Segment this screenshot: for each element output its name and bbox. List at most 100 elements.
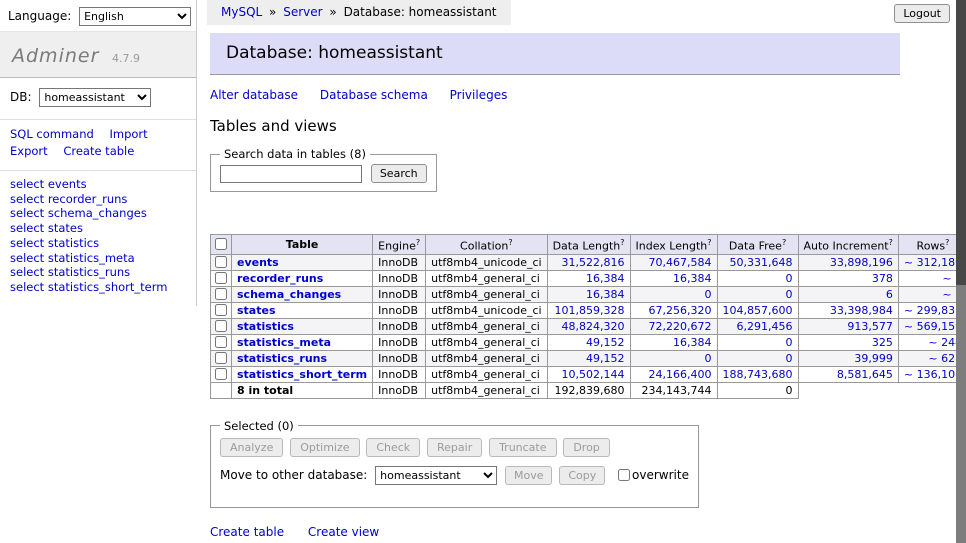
sidebar-item-select-statistics-runs[interactable]: select statistics_runs <box>10 266 186 279</box>
sidebar-link-sql-command[interactable]: SQL command <box>10 127 94 141</box>
table-header-row: Table Engine? Collation? Data Length? In… <box>211 235 966 255</box>
rows-count-link[interactable]: ~ 312,180 <box>904 256 962 269</box>
rows-count-link[interactable]: ~ 569,159 <box>904 320 962 333</box>
overwrite-label: overwrite <box>632 468 689 482</box>
table-name-link[interactable]: statistics_meta <box>237 336 331 349</box>
create-table-link[interactable]: Create table <box>210 525 284 539</box>
auto-increment-link[interactable]: 325 <box>872 336 893 349</box>
data-free-link[interactable]: 0 <box>786 352 793 365</box>
move-database-select[interactable]: homeassistant <box>375 466 497 485</box>
data-length-link[interactable]: 101,859,328 <box>555 304 625 317</box>
total-index-length: 234,143,744 <box>630 382 717 398</box>
sidebar-item-select-statistics[interactable]: select statistics <box>10 237 186 250</box>
sidebar-item-select-states[interactable]: select states <box>10 222 186 235</box>
breadcrumb-current: Database: homeassistant <box>344 5 497 19</box>
analyze-button[interactable]: Analyze <box>220 438 283 457</box>
row-select-checkbox[interactable] <box>215 336 227 348</box>
table-name-link[interactable]: schema_changes <box>237 288 341 301</box>
main-area: MySQL » Server » Database: homeassistant… <box>197 0 966 543</box>
data-length-link[interactable]: 16,384 <box>586 288 625 301</box>
row-select-checkbox[interactable] <box>215 272 227 284</box>
data-free-link[interactable]: 104,857,600 <box>723 304 793 317</box>
language-select[interactable]: English <box>79 7 191 26</box>
data-free-link[interactable]: 6,291,456 <box>737 320 793 333</box>
row-select-checkbox[interactable] <box>215 304 227 316</box>
table-name-link[interactable]: recorder_runs <box>237 272 323 285</box>
table-name-link[interactable]: states <box>237 304 276 317</box>
table-name-link[interactable]: statistics <box>237 320 294 333</box>
alter-database-link[interactable]: Alter database <box>210 88 298 102</box>
table-name-link[interactable]: statistics_short_term <box>237 368 367 381</box>
drop-button[interactable]: Drop <box>563 438 609 457</box>
auto-increment-link[interactable]: 913,577 <box>847 320 893 333</box>
auto-increment-link[interactable]: 39,999 <box>854 352 893 365</box>
row-select-checkbox[interactable] <box>215 288 227 300</box>
total-engine: InnoDB <box>373 382 426 398</box>
sidebar-item-select-statistics-short-term[interactable]: select statistics_short_term <box>10 281 186 294</box>
engine-cell: InnoDB <box>373 334 426 350</box>
copy-button[interactable]: Copy <box>559 466 605 485</box>
index-length-link[interactable]: 16,384 <box>673 336 712 349</box>
data-free-link[interactable]: 50,331,648 <box>730 256 793 269</box>
data-free-link[interactable]: 0 <box>786 272 793 285</box>
privileges-link[interactable]: Privileges <box>450 88 508 102</box>
overwrite-checkbox[interactable] <box>618 469 630 481</box>
index-length-link[interactable]: 0 <box>705 352 712 365</box>
select-all-checkbox[interactable] <box>215 238 227 250</box>
auto-increment-link[interactable]: 33,398,984 <box>830 304 893 317</box>
data-length-link[interactable]: 49,152 <box>586 336 625 349</box>
auto-increment-link[interactable]: 8,581,645 <box>837 368 893 381</box>
breadcrumb-link-mysql[interactable]: MySQL <box>221 5 262 19</box>
data-length-link[interactable]: 10,502,144 <box>562 368 625 381</box>
data-free-link[interactable]: 188,743,680 <box>723 368 793 381</box>
db-select[interactable]: homeassistant <box>39 88 151 107</box>
create-view-link[interactable]: Create view <box>308 525 379 539</box>
sidebar-item-select-schema-changes[interactable]: select schema_changes <box>10 207 186 220</box>
index-length-link[interactable]: 70,467,584 <box>649 256 712 269</box>
check-button[interactable]: Check <box>366 438 420 457</box>
column-header-collation: Collation? <box>426 235 547 255</box>
index-length-link[interactable]: 67,256,320 <box>649 304 712 317</box>
collation-cell: utf8mb4_general_ci <box>426 334 547 350</box>
sidebar-link-export[interactable]: Export <box>10 144 48 158</box>
rows-count-link[interactable]: ~ 136,108 <box>904 368 962 381</box>
engine-cell: InnoDB <box>373 318 426 334</box>
optimize-button[interactable]: Optimize <box>290 438 359 457</box>
repair-button[interactable]: Repair <box>427 438 482 457</box>
data-length-link[interactable]: 48,824,320 <box>562 320 625 333</box>
database-schema-link[interactable]: Database schema <box>320 88 428 102</box>
logout-button[interactable]: Logout <box>894 4 950 23</box>
table-name-link[interactable]: events <box>237 256 279 269</box>
auto-increment-link[interactable]: 6 <box>886 288 893 301</box>
data-free-link[interactable]: 0 <box>786 288 793 301</box>
table-row-events: events InnoDB utf8mb4_unicode_ci 31,522,… <box>211 254 966 270</box>
sidebar-link-import[interactable]: Import <box>109 127 147 141</box>
index-length-link[interactable]: 72,220,672 <box>649 320 712 333</box>
auto-increment-link[interactable]: 33,898,196 <box>830 256 893 269</box>
index-length-link[interactable]: 0 <box>705 288 712 301</box>
scrollbar-thumb[interactable] <box>956 0 966 285</box>
index-length-link[interactable]: 16,384 <box>673 272 712 285</box>
truncate-button[interactable]: Truncate <box>489 438 556 457</box>
sidebar-item-select-recorder-runs[interactable]: select recorder_runs <box>10 193 186 206</box>
row-select-checkbox[interactable] <box>215 368 227 380</box>
index-length-link[interactable]: 24,166,400 <box>649 368 712 381</box>
search-input[interactable] <box>220 165 362 183</box>
search-button[interactable]: Search <box>371 164 427 183</box>
data-length-link[interactable]: 49,152 <box>586 352 625 365</box>
auto-increment-link[interactable]: 378 <box>872 272 893 285</box>
row-select-checkbox[interactable] <box>215 352 227 364</box>
scrollbar[interactable] <box>956 0 966 543</box>
data-length-link[interactable]: 16,384 <box>586 272 625 285</box>
sidebar-item-select-statistics-meta[interactable]: select statistics_meta <box>10 252 186 265</box>
sidebar-item-select-events[interactable]: select events <box>10 178 186 191</box>
move-button[interactable]: Move <box>505 466 553 485</box>
rows-count-link[interactable]: ~ 299,833 <box>904 304 962 317</box>
data-free-link[interactable]: 0 <box>786 336 793 349</box>
breadcrumb-link-server[interactable]: Server <box>283 5 322 19</box>
row-select-checkbox[interactable] <box>215 320 227 332</box>
sidebar-link-create-table[interactable]: Create table <box>63 144 134 158</box>
data-length-link[interactable]: 31,522,816 <box>562 256 625 269</box>
table-name-link[interactable]: statistics_runs <box>237 352 327 365</box>
row-select-checkbox[interactable] <box>215 256 227 268</box>
